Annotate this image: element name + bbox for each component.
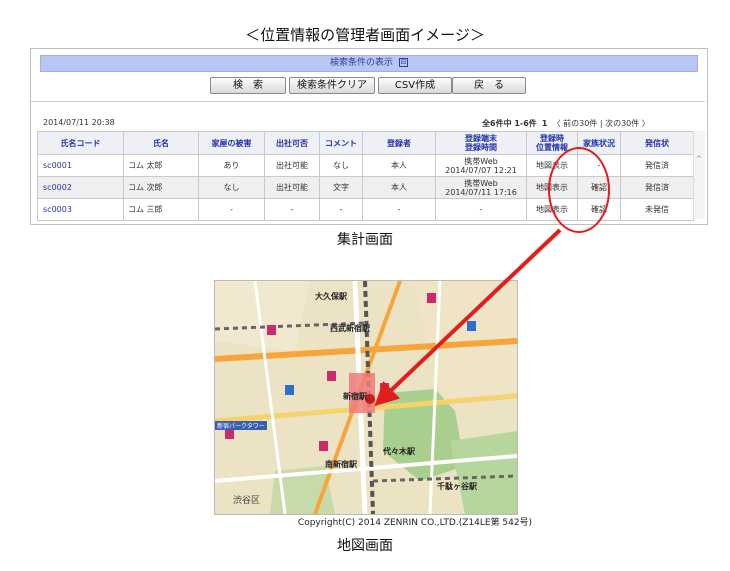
column-header[interactable]: 発信状 bbox=[620, 131, 694, 155]
comment-cell: なし bbox=[319, 154, 363, 177]
send-status-cell: 発信済 bbox=[620, 176, 694, 199]
device-text: 携帯Web bbox=[464, 178, 498, 188]
caption-summary-screen: 集計画面 bbox=[337, 232, 393, 248]
registrant-cell: - bbox=[362, 198, 436, 221]
employee-name: コム 三郎 bbox=[123, 198, 199, 221]
map-label-sendagaya: 千駄ヶ谷駅 bbox=[437, 482, 477, 491]
employee-name: コム 次郎 bbox=[123, 176, 199, 199]
map-label-yoyogi: 代々木駅 bbox=[383, 447, 415, 456]
map-image[interactable]: 大久保駅 西武新宿駅 新宿駅 代々木駅 南新宿駅 千駄ヶ谷駅 渋谷区 新宿パーク… bbox=[214, 280, 518, 515]
employee-code-link[interactable]: sc0001 bbox=[37, 154, 124, 177]
employee-code-link[interactable]: sc0003 bbox=[37, 198, 124, 221]
house-damage-cell: あり bbox=[198, 154, 265, 177]
csv-export-button[interactable]: CSV作成 bbox=[378, 77, 452, 94]
result-count: 全6件中 1-6件 bbox=[482, 119, 537, 128]
registrant-cell: 本人 bbox=[362, 154, 436, 177]
highlight-circle bbox=[548, 147, 610, 233]
column-header[interactable]: 登録端末 登録時間 bbox=[435, 131, 527, 155]
clear-conditions-button[interactable]: 検索条件クリア bbox=[289, 77, 375, 94]
column-header[interactable]: コメント bbox=[319, 131, 363, 155]
search-condition-bar[interactable]: 検索条件の表示 ⊟ bbox=[40, 55, 698, 72]
house-damage-cell: - bbox=[198, 198, 265, 221]
search-condition-label: 検索条件の表示 bbox=[330, 58, 394, 68]
comment-cell: 文字 bbox=[319, 176, 363, 199]
timestamp: 2014/07/11 20:38 bbox=[43, 118, 115, 127]
copyright-notice: Copyright(C) 2014 ZENRIN CO.,LTD.(Z14LE第… bbox=[297, 518, 533, 528]
page-title: ＜位置情報の管理者画面イメージ＞ bbox=[245, 26, 485, 44]
column-header[interactable]: 出社可否 bbox=[264, 131, 320, 155]
attendance-cell: 出社可能 bbox=[264, 154, 320, 177]
scroll-up-icon[interactable]: ^ bbox=[696, 155, 702, 163]
send-status-cell: 未発信 bbox=[620, 198, 694, 221]
back-button[interactable]: 戻 る bbox=[452, 77, 526, 94]
house-damage-cell: なし bbox=[198, 176, 265, 199]
registrant-cell: 本人 bbox=[362, 176, 436, 199]
current-page: 1 bbox=[541, 119, 548, 128]
pager: 全6件中 1-6件 1 〈 前の30件 | 次の30件 〉 bbox=[482, 118, 650, 129]
comment-cell: - bbox=[319, 198, 363, 221]
column-header[interactable]: 登録者 bbox=[362, 131, 436, 155]
caption-map-screen: 地図画面 bbox=[337, 538, 393, 554]
device-text: 携帯Web bbox=[464, 156, 498, 166]
table-header-row: 氏名コード 氏名 家屋の被害 出社可否 コメント 登録者 登録端末 登録時間 登録時 位置情報… bbox=[37, 131, 694, 155]
divider bbox=[31, 101, 705, 102]
device-time-cell: 携帯Web 2014/07/07 12:21 bbox=[435, 154, 527, 177]
map-label-minami-shinjuku: 南新宿駅 bbox=[325, 460, 357, 469]
registered-time: 2014/07/07 12:21 bbox=[445, 165, 517, 175]
send-status-cell: 発信済 bbox=[620, 154, 694, 177]
column-header[interactable]: 氏名 bbox=[123, 131, 199, 155]
employee-name: コム 太郎 bbox=[123, 154, 199, 177]
map-label-okubo: 大久保駅 bbox=[315, 292, 347, 301]
employee-code-link[interactable]: sc0002 bbox=[37, 176, 124, 199]
map-label-seibu-shinjuku: 西武新宿駅 bbox=[330, 324, 370, 333]
device-text: - bbox=[479, 205, 483, 214]
device-time-cell: - bbox=[435, 198, 527, 221]
registered-time: 2014/07/11 17:16 bbox=[445, 187, 517, 197]
column-header[interactable]: 家屋の被害 bbox=[198, 131, 265, 155]
attendance-cell: 出社可能 bbox=[264, 176, 320, 199]
table-scrollbar[interactable]: ^ bbox=[693, 131, 705, 219]
search-button[interactable]: 検 索 bbox=[210, 77, 286, 94]
map-label-shinjuku: 新宿駅 bbox=[343, 392, 367, 401]
collapse-toggle-icon[interactable]: ⊟ bbox=[398, 58, 408, 67]
device-time-cell: 携帯Web 2014/07/11 17:16 bbox=[435, 176, 527, 199]
page-nav-links[interactable]: 〈 前の30件 | 次の30件 〉 bbox=[553, 119, 650, 128]
column-header[interactable]: 氏名コード bbox=[37, 131, 124, 155]
map-label-shibuya-ward: 渋谷区 bbox=[233, 496, 261, 506]
attendance-cell: - bbox=[264, 198, 320, 221]
map-label-park-tower: 新宿パークタワー bbox=[215, 421, 267, 430]
